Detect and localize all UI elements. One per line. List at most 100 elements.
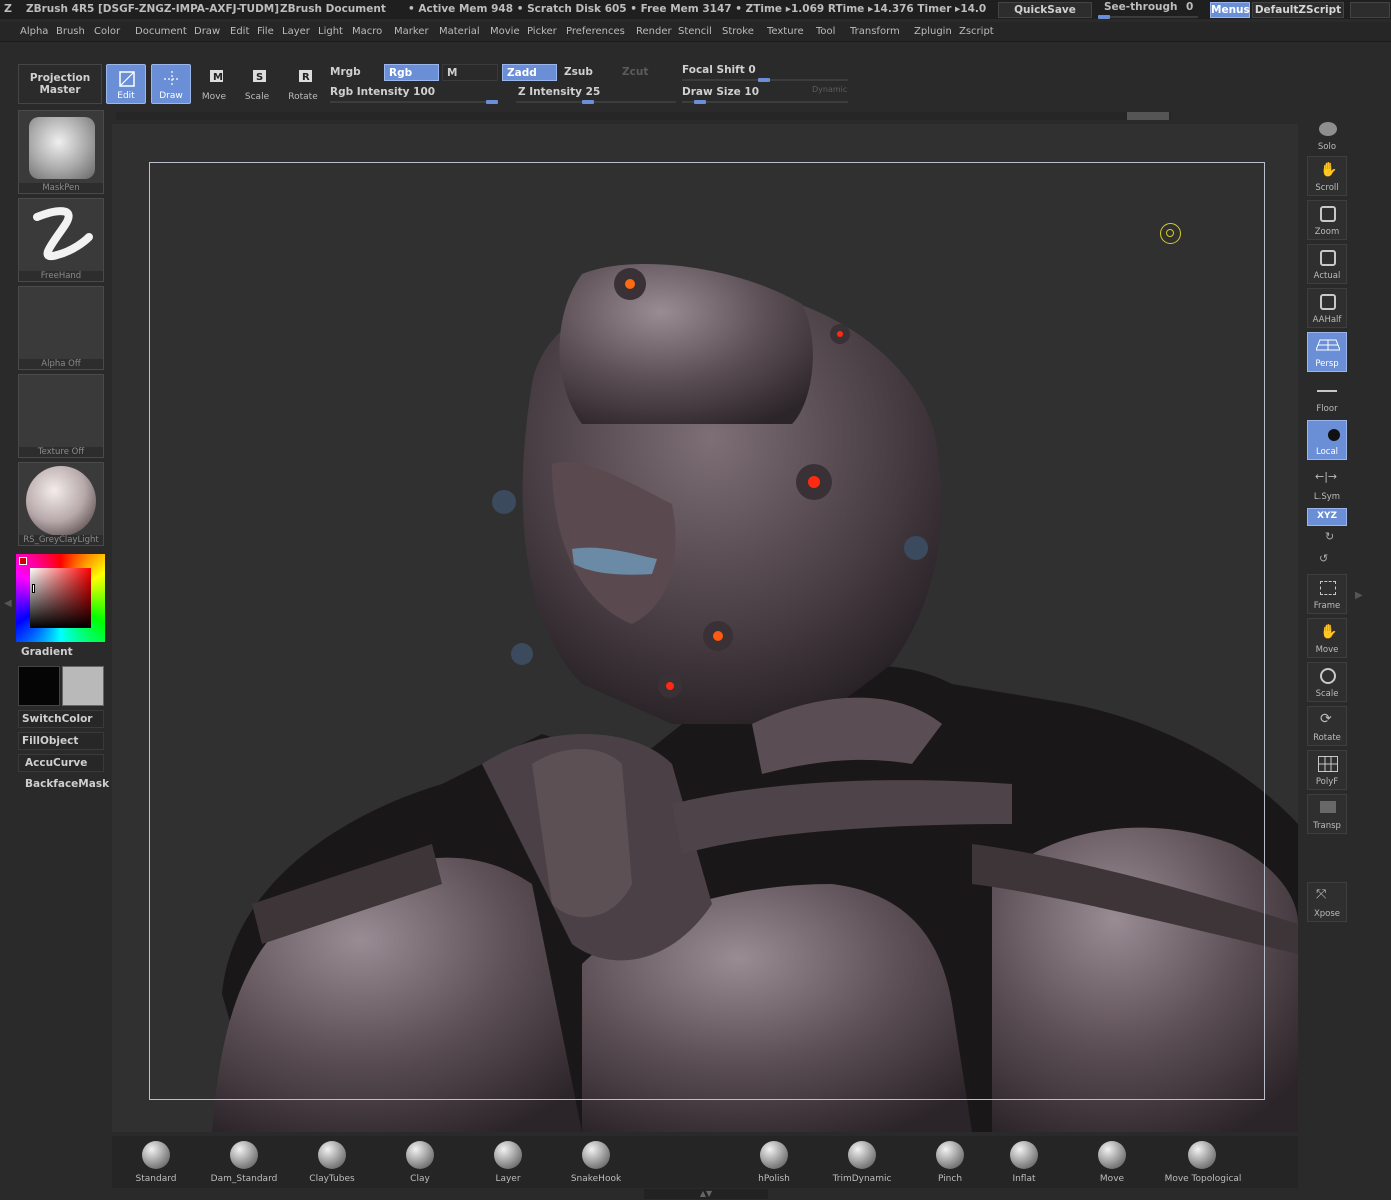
accucurve-toggle[interactable]: AccuCurve (18, 754, 104, 772)
rgb-toggle[interactable]: Rgb (384, 64, 439, 81)
aahalf-button[interactable]: AAHalf (1307, 288, 1347, 328)
default-zscript-button[interactable]: DefaultZScript (1252, 2, 1344, 18)
menu-material[interactable]: Material (439, 26, 480, 37)
menu-tool[interactable]: Tool (816, 26, 835, 37)
alpha-selector[interactable]: Alpha Off (18, 286, 104, 370)
secondary-color-swatch[interactable] (62, 666, 104, 706)
edit-button[interactable]: Edit (106, 64, 146, 104)
actual-button[interactable]: Actual (1307, 244, 1347, 284)
stroke-selector[interactable]: FreeHand (18, 198, 104, 282)
zadd-toggle[interactable]: Zadd (502, 64, 557, 81)
brush-dam-standard[interactable]: Dam_Standard (204, 1138, 284, 1186)
persp-button[interactable]: Persp (1307, 332, 1347, 372)
color-picker-cursor[interactable] (32, 584, 35, 593)
floor-button[interactable]: Floor (1307, 376, 1347, 416)
primary-color-swatch[interactable] (18, 666, 60, 706)
menu-draw[interactable]: Draw (194, 26, 220, 37)
menu-stroke[interactable]: Stroke (722, 26, 754, 37)
menu-color[interactable]: Color (94, 26, 120, 37)
scale-button[interactable]: S Scale (237, 64, 277, 104)
menu-zscript[interactable]: Zscript (959, 26, 994, 37)
z-intensity-handle[interactable] (582, 100, 594, 104)
brush-pinch[interactable]: Pinch (910, 1138, 990, 1186)
rotate-button[interactable]: R Rotate (283, 64, 323, 104)
lsym-button[interactable]: ←|→ L.Sym (1307, 464, 1347, 504)
menu-render[interactable]: Render (636, 26, 672, 37)
draw-button[interactable]: Draw (151, 64, 191, 104)
right-dock-arrow[interactable]: ▶ (1355, 590, 1365, 612)
move-button[interactable]: M Move (194, 64, 234, 104)
brush-selector[interactable]: MaskPen (18, 110, 104, 194)
transp-button[interactable]: Transp (1307, 794, 1347, 834)
menu-stencil[interactable]: Stencil (678, 26, 712, 37)
menu-zplugin[interactable]: Zplugin (914, 26, 952, 37)
menu-texture[interactable]: Texture (767, 26, 804, 37)
gradient-toggle[interactable]: Gradient (18, 644, 104, 662)
texture-selector[interactable]: Texture Off (18, 374, 104, 458)
color-picker-square[interactable] (30, 568, 91, 628)
draw-size-handle[interactable] (694, 100, 706, 104)
canvas-top-scrollbar[interactable] (116, 112, 1171, 120)
brush-inflat[interactable]: Inflat (984, 1138, 1064, 1186)
brush-claytubes[interactable]: ClayTubes (292, 1138, 372, 1186)
rgb-intensity-slider[interactable] (330, 100, 498, 104)
brush-snakehook[interactable]: SnakeHook (556, 1138, 636, 1186)
z-intensity-slider[interactable] (516, 100, 676, 104)
material-selector[interactable]: RS_GreyClayLight (18, 462, 104, 546)
brush-move[interactable]: Move (1072, 1138, 1152, 1186)
rotate-z-icon[interactable]: ↺ (1319, 552, 1328, 565)
menu-macro[interactable]: Macro (352, 26, 382, 37)
menu-document[interactable]: Document (135, 26, 187, 37)
menu-marker[interactable]: Marker (394, 26, 429, 37)
quicksave-button[interactable]: QuickSave (998, 2, 1092, 18)
bottom-dock-arrows[interactable]: ▲▼ (644, 1189, 768, 1199)
projection-master-button[interactable]: Projection Master (18, 64, 102, 104)
brush-layer[interactable]: Layer (468, 1138, 548, 1186)
menu-edit[interactable]: Edit (230, 26, 249, 37)
canvas-top-scroll-handle[interactable] (1127, 112, 1169, 120)
menu-movie[interactable]: Movie (490, 26, 520, 37)
menu-brush[interactable]: Brush (56, 26, 85, 37)
see-through-slider[interactable] (1098, 15, 1198, 19)
brush-move-topological[interactable]: Move Topological (1158, 1138, 1248, 1186)
solo-button[interactable]: Solo (1307, 114, 1347, 154)
move-view-button[interactable]: ✋ Move (1307, 618, 1347, 658)
m-toggle[interactable]: M (442, 64, 498, 81)
color-picker[interactable] (16, 554, 105, 642)
menu-light[interactable]: Light (318, 26, 343, 37)
dynamic-toggle[interactable]: Dynamic (812, 85, 847, 94)
mrgb-toggle[interactable]: Mrgb (326, 64, 382, 81)
brush-clay[interactable]: Clay (380, 1138, 460, 1186)
menu-alpha[interactable]: Alpha (20, 26, 48, 37)
menu-layer[interactable]: Layer (282, 26, 310, 37)
backfacemask-toggle[interactable]: BackfaceMask (18, 776, 109, 794)
draw-size-slider[interactable] (682, 100, 848, 104)
scale-view-button[interactable]: Scale (1307, 662, 1347, 702)
brush-standard[interactable]: Standard (116, 1138, 196, 1186)
zoom-button[interactable]: Zoom (1307, 200, 1347, 240)
xpose-button[interactable]: ⤧ Xpose (1307, 882, 1347, 922)
fillobject-button[interactable]: FillObject (18, 732, 104, 750)
switchcolor-button[interactable]: SwitchColor (18, 710, 104, 728)
rotate-y-icon[interactable]: ↻ (1325, 530, 1334, 543)
color-picker-main-swatch[interactable] (19, 557, 27, 565)
brush-hpolish[interactable]: hPolish (734, 1138, 814, 1186)
left-dock-arrow[interactable]: ◀ (4, 598, 12, 618)
polyf-button[interactable]: PolyF (1307, 750, 1347, 790)
menu-transform[interactable]: Transform (850, 26, 900, 37)
zsub-toggle[interactable]: Zsub (560, 64, 616, 81)
scroll-button[interactable]: ✋ Scroll (1307, 156, 1347, 196)
rotate-view-button[interactable]: ⟳ Rotate (1307, 706, 1347, 746)
focal-shift-slider[interactable] (682, 78, 848, 82)
menu-file[interactable]: File (257, 26, 274, 37)
local-button[interactable]: Local (1307, 420, 1347, 460)
window-controls[interactable] (1350, 2, 1390, 18)
menu-preferences[interactable]: Preferences (566, 26, 625, 37)
focal-shift-handle[interactable] (758, 78, 770, 82)
rgb-intensity-handle[interactable] (486, 100, 498, 104)
menu-picker[interactable]: Picker (527, 26, 557, 37)
frame-button[interactable]: Frame (1307, 574, 1347, 614)
brush-trimdynamic[interactable]: TrimDynamic (822, 1138, 902, 1186)
zcut-toggle[interactable]: Zcut (618, 64, 674, 81)
xyz-button[interactable]: XYZ (1307, 508, 1347, 526)
